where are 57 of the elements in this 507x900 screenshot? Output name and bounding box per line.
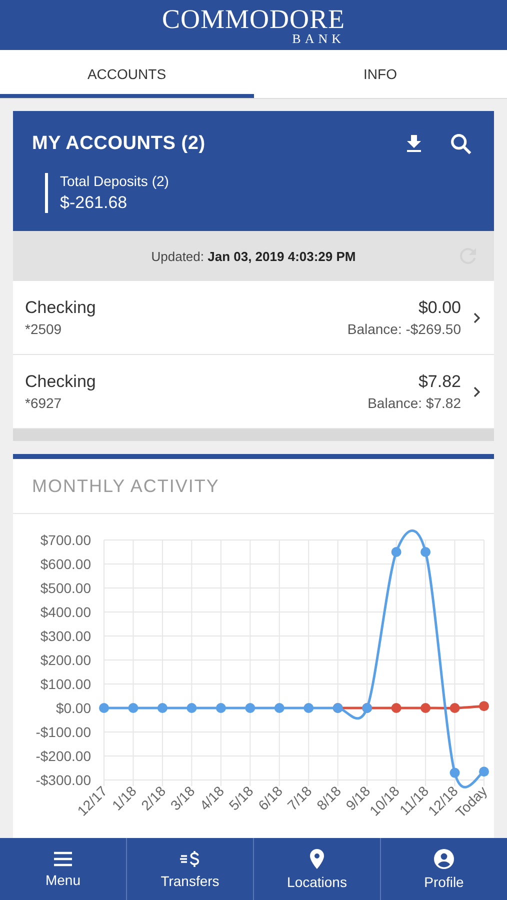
updated-text: Updated: Jan 03, 2019 4:03:29 PM [151,248,356,264]
data-point [420,703,431,713]
data-point [216,703,226,713]
data-point [304,703,314,713]
total-value: $-261.68 [60,193,128,213]
data-point [128,703,138,713]
data-point [274,703,284,713]
profile-icon [434,848,454,868]
logo-subtitle: BANK [292,32,346,44]
chevron-icon [473,386,481,398]
y-axis-label: -$200.00 [36,748,91,764]
data-point [157,703,168,713]
menu-icon [53,850,73,866]
data-point [450,768,460,778]
section-title: MONTHLY ACTIVITY [13,459,494,514]
account-amount: $0.00 [418,298,461,318]
account-number: *6927 [25,395,63,411]
x-axis-label: 3/18 [167,782,198,814]
y-axis-label: -$100.00 [36,724,91,740]
y-axis-label: -$300.00 [36,772,91,788]
account-balance: Balance: $7.82 [368,395,461,411]
data-point [391,547,402,557]
x-axis-label: 4/18 [196,782,228,814]
y-axis-label: $200.00 [40,652,91,668]
search-icon[interactable] [448,131,474,157]
logo-title: COMMODORE [162,6,346,32]
card-title: MY ACCOUNTS (2) [32,133,206,155]
y-axis-label: $400.00 [40,604,91,620]
y-axis-label: $300.00 [40,628,91,644]
dollar-icon [179,850,201,868]
y-axis-label: $500.00 [40,580,91,596]
account-name: Checking [25,298,97,318]
account-balance: Balance: -$269.50 [347,321,461,337]
x-axis-label: 5/18 [226,782,256,814]
y-axis-label: $600.00 [40,556,91,572]
account-row[interactable]: Checking *6927 $7.82 Balance: $7.82 [13,355,494,429]
data-point [420,547,431,557]
account-name: Checking [25,372,97,392]
account-row[interactable]: Checking *2509 $0.00 Balance: -$269.50 [13,281,494,355]
x-axis-label: 7/18 [284,782,315,814]
account-number: *2509 [25,321,63,337]
x-axis-label: 6/18 [254,782,286,814]
y-axis-label: $100.00 [40,676,91,692]
data-point [479,766,489,777]
data-point [479,701,489,712]
data-point [450,703,460,713]
chevron-icon [473,312,481,324]
total-label: Total Deposits (2) [60,173,170,189]
y-axis-label: $700.00 [40,532,91,548]
data-point [245,703,256,713]
account-amount: $7.82 [418,372,461,392]
data-point [391,703,402,713]
y-axis-label: $0.00 [56,700,91,716]
x-axis-label: 8/18 [313,782,344,814]
data-point [99,703,109,713]
location-pin-icon [310,848,324,868]
data-point [186,703,197,713]
